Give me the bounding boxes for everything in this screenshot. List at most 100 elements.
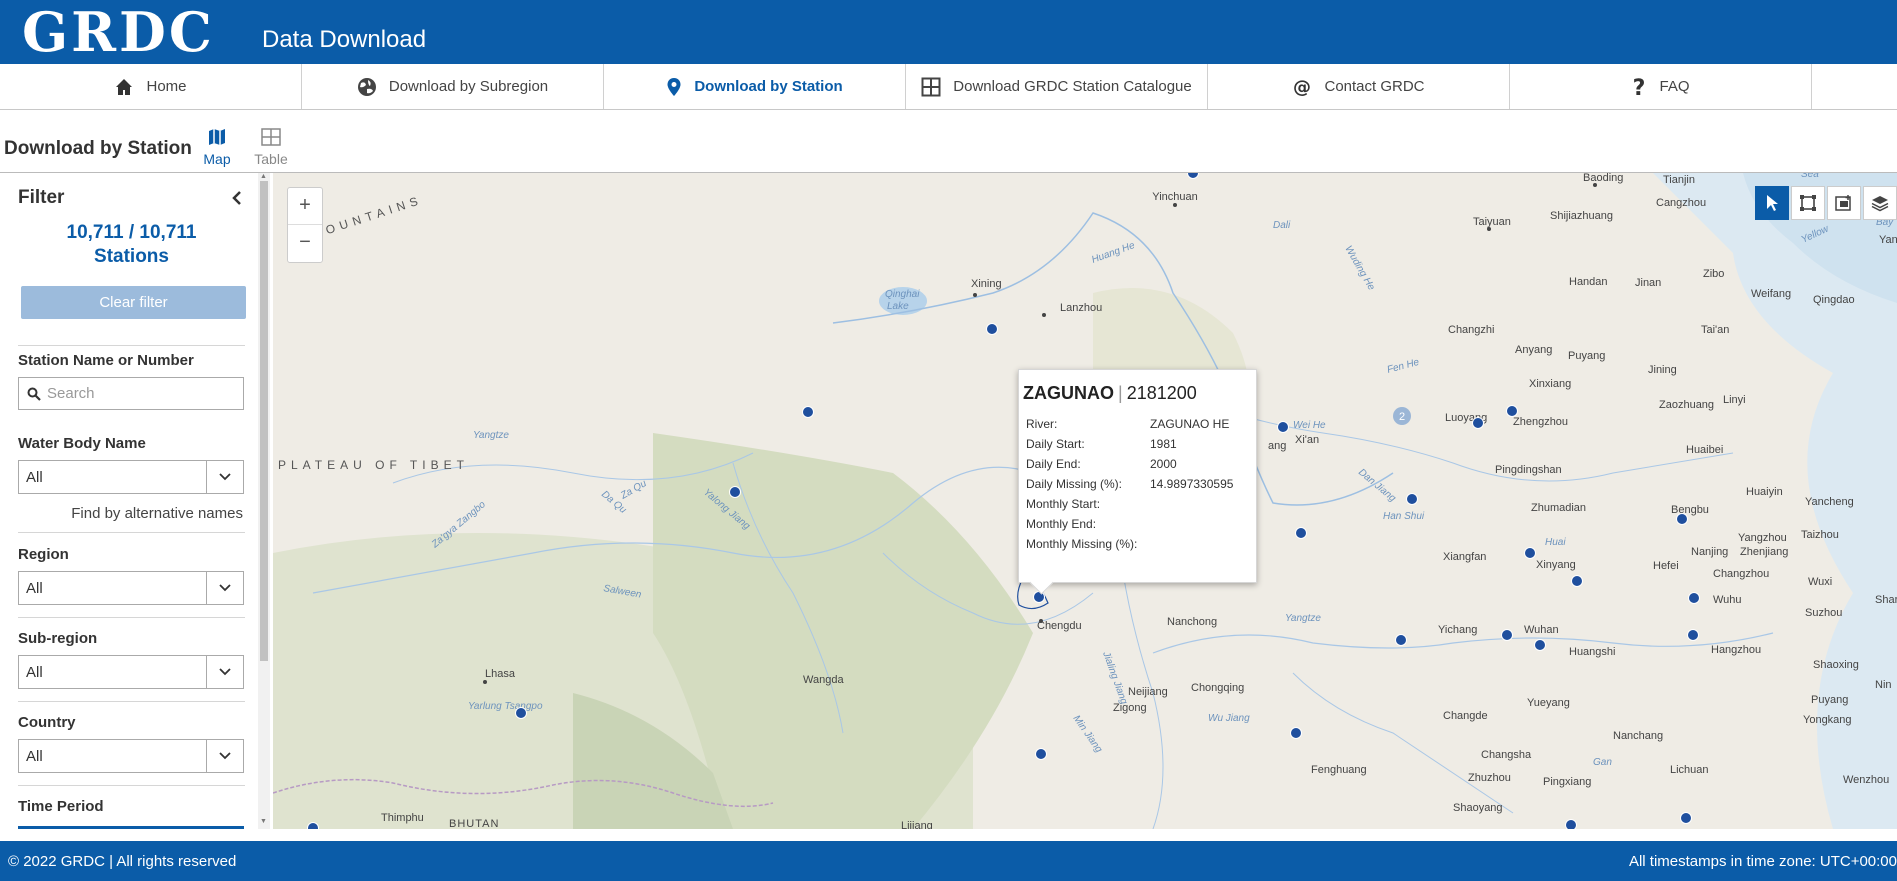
svg-text:Tai'an: Tai'an [1701, 324, 1729, 336]
polygon-select-icon [1835, 195, 1851, 211]
station-marker[interactable] [515, 707, 527, 719]
station-marker[interactable] [1472, 417, 1484, 429]
water-body-select[interactable]: All [18, 460, 244, 494]
station-marker[interactable] [1571, 575, 1583, 587]
time-period-label: Time Period [18, 798, 104, 815]
svg-text:Zibo: Zibo [1703, 268, 1724, 280]
station-search-input[interactable] [45, 384, 239, 403]
layers-tool-button[interactable] [1863, 186, 1897, 220]
svg-text:Yarlung Tsangpo: Yarlung Tsangpo [468, 701, 543, 712]
station-popup: ZAGUNAO | 2181200 River: ZAGUNAO HE Daily S… [1018, 369, 1257, 583]
station-marker[interactable] [1406, 493, 1418, 505]
nav-faq[interactable]: ? FAQ [1510, 64, 1812, 109]
popup-label: River: [1026, 417, 1058, 431]
svg-text:Huaiyin: Huaiyin [1746, 486, 1783, 498]
svg-text:ang: ang [1268, 440, 1286, 452]
country-select[interactable]: All [18, 739, 244, 773]
station-marker[interactable] [1506, 405, 1518, 417]
svg-text:Xinxiang: Xinxiang [1529, 378, 1571, 390]
nav-catalogue-label: Download GRDC Station Catalogue [953, 78, 1192, 95]
station-count-separator: / [128, 222, 135, 243]
nav-home-label: Home [146, 78, 187, 95]
station-marker[interactable] [802, 406, 814, 418]
home-icon [116, 78, 133, 95]
svg-text:Pingxiang: Pingxiang [1543, 776, 1591, 788]
station-marker[interactable] [1035, 748, 1047, 760]
popup-label: Daily Start: [1026, 437, 1085, 451]
nav-download-catalogue[interactable]: Download GRDC Station Catalogue [906, 64, 1208, 109]
collapse-sidebar-button[interactable] [232, 189, 242, 210]
popup-separator: | [1118, 383, 1123, 403]
svg-text:Yancheng: Yancheng [1805, 496, 1854, 508]
popup-row-monthly-end: Monthly End: [1026, 517, 1096, 531]
polygon-select-tool-button[interactable] [1827, 186, 1861, 220]
station-marker[interactable] [1680, 812, 1692, 824]
region-select[interactable]: All [18, 571, 244, 605]
nav-contact[interactable]: @ Contact GRDC [1208, 64, 1510, 109]
scroll-up-arrow[interactable]: ▲ [260, 173, 267, 180]
svg-text:Zhenjiang: Zhenjiang [1740, 546, 1788, 558]
station-marker[interactable] [1395, 634, 1407, 646]
find-alternative-names-link[interactable]: Find by alternative names [18, 505, 243, 522]
station-marker[interactable] [1687, 629, 1699, 641]
station-map[interactable]: MOUNTAINS PLATEAU OF TIBET Yinchuan Baod… [273, 173, 1897, 829]
filter-title: Filter [18, 187, 65, 208]
station-marker[interactable] [986, 323, 998, 335]
svg-text:Shar: Shar [1875, 594, 1897, 606]
sidebar-scrollbar[interactable]: ▲ ▼ [258, 173, 270, 829]
clear-filter-button[interactable]: Clear filter [21, 286, 246, 319]
station-search-field [18, 377, 244, 410]
svg-text:Taizhou: Taizhou [1801, 529, 1839, 541]
grdc-logo[interactable]: GRDC [22, 4, 215, 60]
map-view-button[interactable]: Map [197, 128, 237, 167]
popup-value: 2000 [1150, 457, 1177, 471]
svg-text:Nanchong: Nanchong [1167, 616, 1217, 628]
svg-text:Taiyuan: Taiyuan [1473, 216, 1511, 228]
svg-text:Nanchang: Nanchang [1613, 730, 1663, 742]
station-marker[interactable] [307, 822, 319, 830]
scroll-down-arrow[interactable]: ▼ [260, 818, 267, 825]
box-select-tool-button[interactable] [1791, 186, 1825, 220]
station-marker[interactable] [1534, 639, 1546, 651]
station-marker[interactable] [729, 486, 741, 498]
svg-text:Wenzhou: Wenzhou [1843, 774, 1889, 786]
subregion-dropdown[interactable] [206, 656, 243, 688]
svg-text:Hefei: Hefei [1653, 560, 1679, 572]
zoom-in-button[interactable]: + [288, 188, 322, 224]
time-period-slider-track[interactable] [18, 826, 244, 829]
nav-download-by-station[interactable]: Download by Station [604, 64, 906, 109]
map-pin-icon [667, 77, 681, 96]
station-marker[interactable] [1501, 629, 1513, 641]
water-body-dropdown[interactable] [206, 461, 243, 493]
divider [18, 785, 245, 786]
svg-text:Shaoyang: Shaoyang [1453, 802, 1503, 814]
station-marker[interactable] [1676, 513, 1688, 525]
at-sign-icon: @ [1293, 77, 1311, 97]
svg-text:Jinan: Jinan [1635, 277, 1661, 289]
popup-row-daily-start: Daily Start: 1981 [1026, 437, 1177, 451]
svg-text:Yangtze: Yangtze [473, 430, 509, 441]
nav-download-by-subregion[interactable]: Download by Subregion [302, 64, 604, 109]
subregion-select[interactable]: All [18, 655, 244, 689]
svg-text:Puyang: Puyang [1568, 350, 1605, 362]
svg-text:Qinghai: Qinghai [885, 289, 920, 300]
station-marker[interactable] [1565, 819, 1577, 830]
svg-text:Puyang: Puyang [1811, 694, 1848, 706]
svg-text:Gan: Gan [1593, 757, 1612, 768]
station-marker[interactable] [1277, 421, 1289, 433]
nav-home[interactable]: Home [0, 64, 302, 109]
select-tool-button[interactable] [1755, 186, 1789, 220]
map-icon [209, 129, 225, 145]
country-label: Country [18, 714, 76, 731]
station-count-unit: Stations [94, 246, 169, 267]
country-dropdown[interactable] [206, 740, 243, 772]
scrollbar-thumb[interactable] [260, 181, 268, 661]
station-marker[interactable] [1295, 527, 1307, 539]
station-marker[interactable] [1688, 592, 1700, 604]
region-dropdown[interactable] [206, 572, 243, 604]
station-marker[interactable] [1290, 727, 1302, 739]
zoom-out-button[interactable]: − [288, 224, 322, 261]
table-view-button[interactable]: Table [251, 128, 291, 167]
popup-title: ZAGUNAO | 2181200 [1023, 383, 1197, 404]
station-marker[interactable] [1524, 547, 1536, 559]
